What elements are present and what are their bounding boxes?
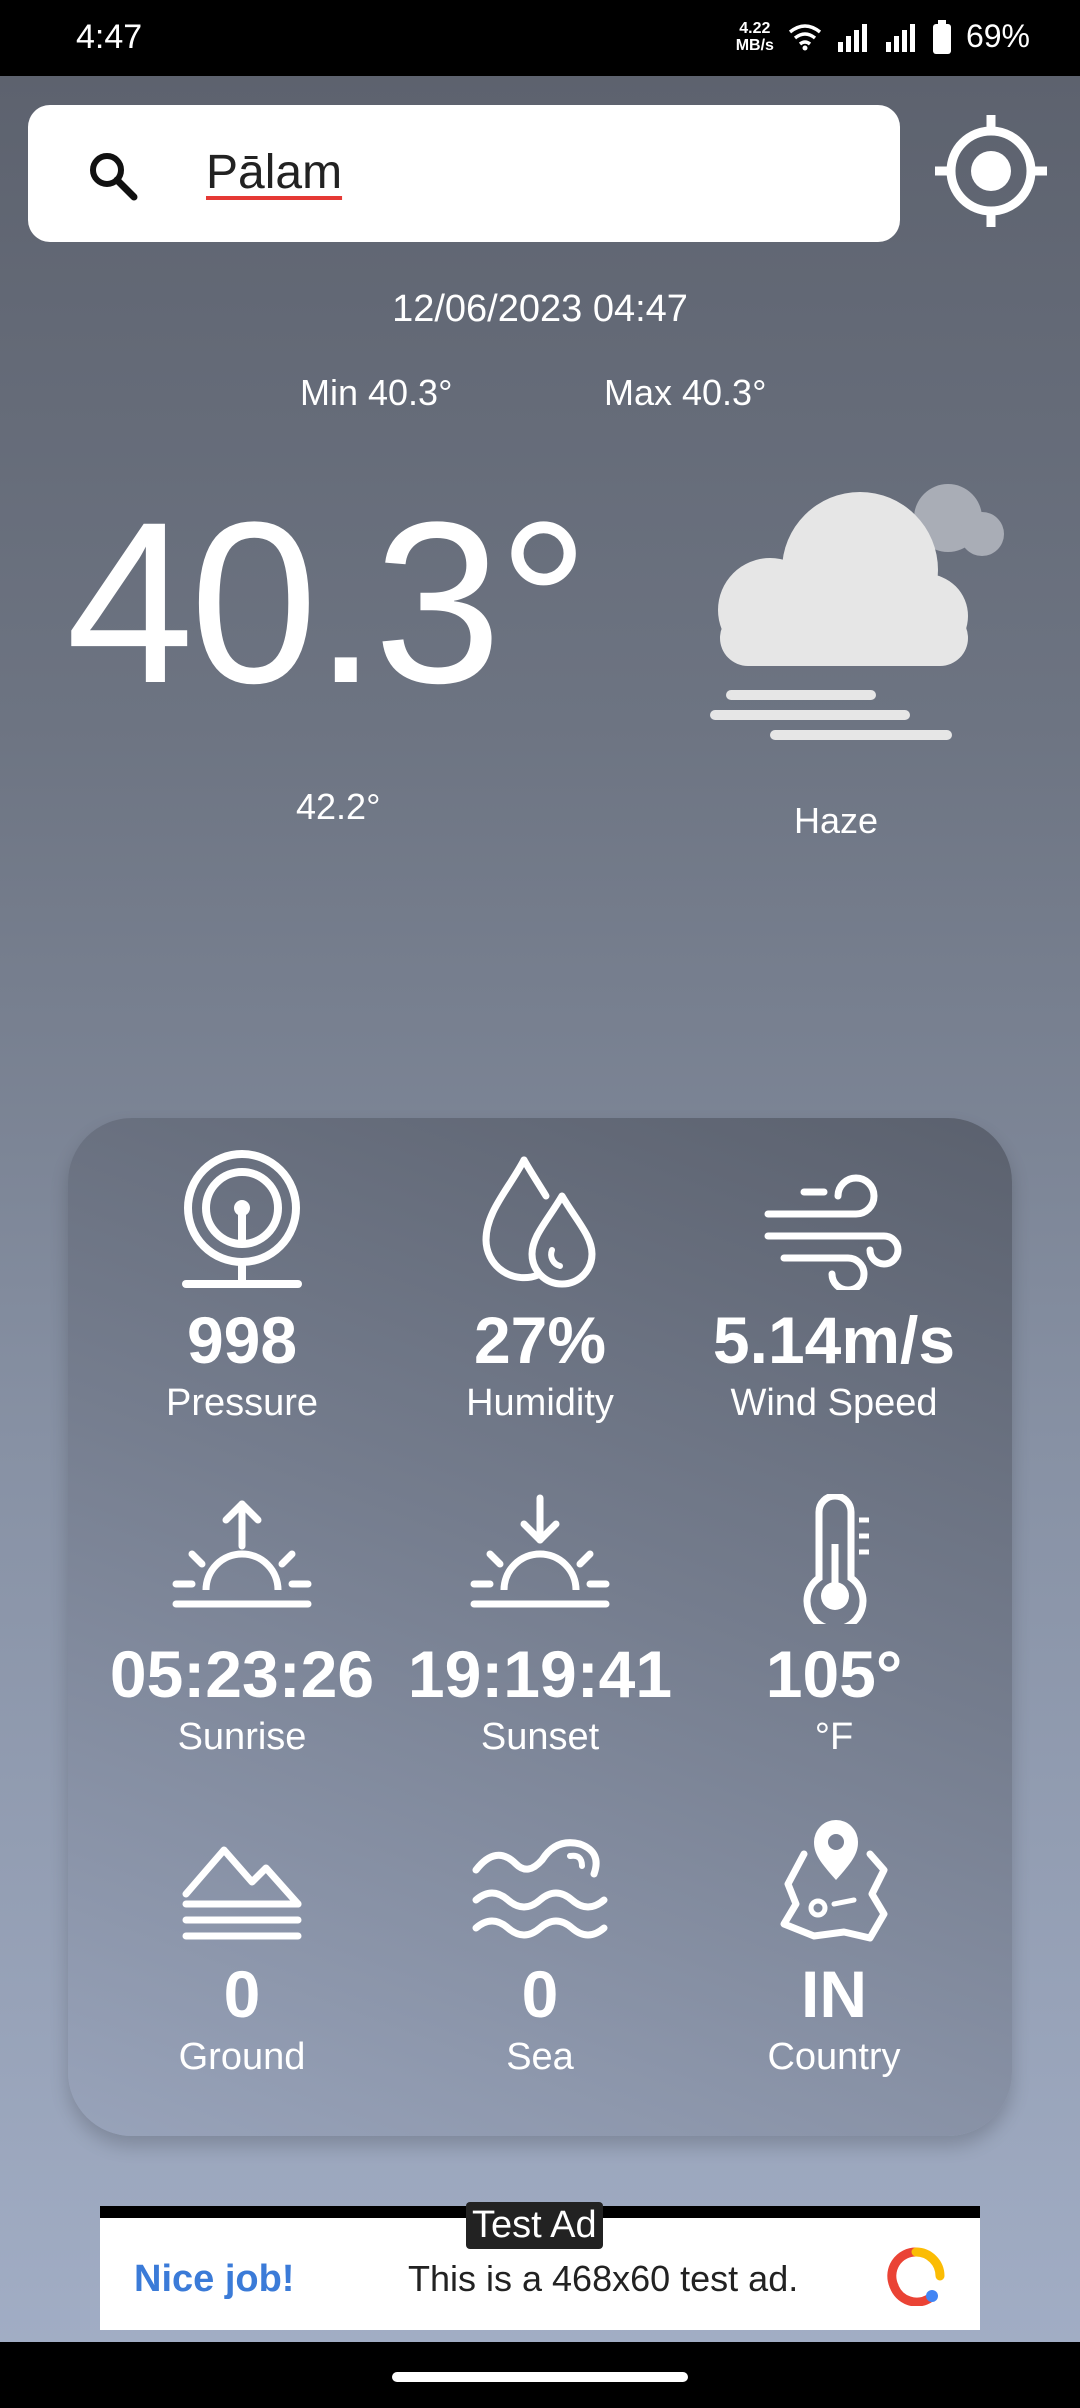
country-item: IN Country <box>684 1804 984 2079</box>
wifi-icon <box>788 23 822 50</box>
wind-value: 5.14m/s <box>712 1303 956 1377</box>
sea-label: Sea <box>506 2036 574 2078</box>
fahrenheit-item: 105° °F <box>684 1484 984 1759</box>
ad-tag: Test Ad <box>466 2202 603 2249</box>
battery-percent: 69% <box>965 18 1030 54</box>
wind-item: 5.14m/s Wind Speed <box>684 1150 984 1425</box>
ad-headline[interactable]: Nice job! <box>134 2258 294 2301</box>
pressure-value: 998 <box>186 1303 298 1377</box>
humidity-icon <box>482 1156 596 1288</box>
sunrise-icon <box>172 1500 312 1608</box>
thermometer-icon <box>803 1494 869 1624</box>
sunset-item: 19:19:41 Sunset <box>390 1484 690 1759</box>
search-icon[interactable] <box>86 149 140 203</box>
home-gesture-bar[interactable] <box>392 2372 688 2382</box>
max-temp: Max 40.3° <box>604 372 767 413</box>
sunrise-item: 05:23:26 Sunrise <box>92 1484 392 1759</box>
fahrenheit-label: °F <box>814 1716 854 1758</box>
ad-banner[interactable]: Test Ad Nice job! This is a 468x60 test … <box>100 2202 980 2330</box>
navigation-bar <box>0 2342 1080 2408</box>
status-time: 4:47 <box>76 18 143 56</box>
pressure-item: 998 Pressure <box>92 1150 392 1425</box>
search-input[interactable]: Pālam <box>206 145 342 200</box>
current-temperature: 40.3° <box>66 474 590 731</box>
ad-text[interactable]: This is a 468x60 test ad. <box>408 2258 798 2300</box>
country-label: Country <box>767 2036 901 2078</box>
sunset-icon <box>470 1494 610 1608</box>
humidity-value: 27% <box>473 1303 607 1377</box>
network-speed: 4.22 MB/s <box>735 19 774 54</box>
weather-details-card: 998 Pressure 27% Humidity 5.14m/s Wind S… <box>68 1118 1012 2136</box>
feels-like-temp: 42.2° <box>296 786 381 827</box>
battery-icon <box>932 19 951 54</box>
ground-label: Ground <box>178 2036 306 2078</box>
my-location-icon[interactable] <box>932 112 1050 230</box>
sea-value: 0 <box>521 1957 559 2031</box>
country-value: IN <box>801 1957 867 2031</box>
pressure-label: Pressure <box>165 1382 319 1424</box>
country-map-icon <box>780 1820 888 1942</box>
status-bar: 4:47 4.22 MB/s 69% <box>0 0 1080 76</box>
sea-icon <box>472 1839 608 1939</box>
humidity-item: 27% Humidity <box>390 1150 690 1425</box>
fahrenheit-value: 105° <box>765 1637 903 1711</box>
sunset-value: 19:19:41 <box>407 1637 673 1711</box>
humidity-label: Humidity <box>466 1382 614 1424</box>
sunset-label: Sunset <box>480 1716 600 1758</box>
signal-icon <box>837 23 867 52</box>
wind-label: Wind Speed <box>730 1382 938 1424</box>
signal-icon-2 <box>885 23 915 52</box>
wind-icon <box>764 1174 902 1290</box>
date-time: 12/06/2023 04:47 <box>392 288 688 330</box>
search-bar[interactable]: Pālam <box>28 105 900 242</box>
pressure-icon <box>182 1150 302 1288</box>
ad-logo-icon <box>887 2247 945 2306</box>
sunrise-value: 05:23:26 <box>109 1637 375 1711</box>
min-temp: Min 40.3° <box>300 372 453 413</box>
sunrise-label: Sunrise <box>177 1716 307 1758</box>
weather-condition: Haze <box>794 800 879 841</box>
ground-value: 0 <box>223 1957 261 2031</box>
ground-icon <box>182 1846 302 1940</box>
sea-item: 0 Sea <box>390 1804 690 2079</box>
ground-item: 0 Ground <box>92 1804 392 2079</box>
haze-cloud-icon <box>710 484 1004 740</box>
